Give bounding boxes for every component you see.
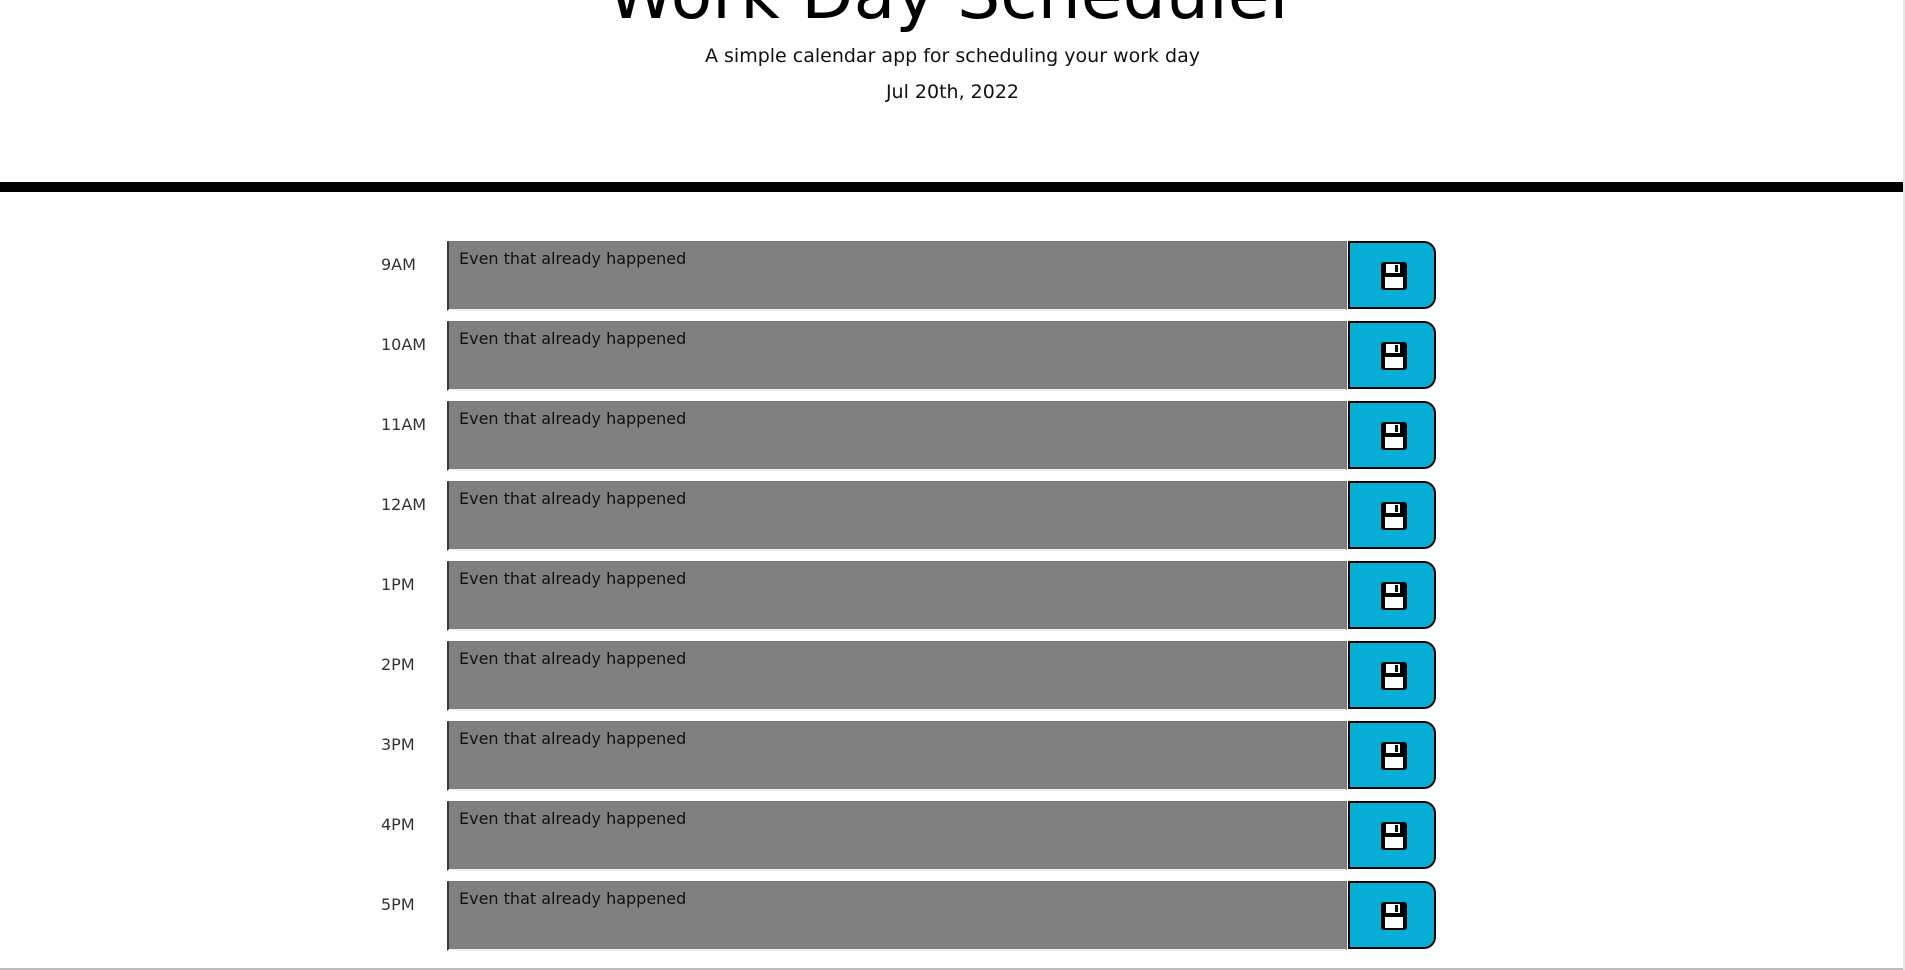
save-button[interactable] [1348, 561, 1436, 629]
hour-label: 2PM [381, 655, 415, 674]
save-button[interactable] [1348, 641, 1436, 709]
save-button[interactable] [1348, 721, 1436, 789]
save-button[interactable] [1348, 881, 1436, 949]
save-icon [1381, 902, 1407, 930]
time-block-row: 10AM Even that already happened [0, 321, 1905, 391]
hour-label: 12AM [381, 495, 427, 514]
time-block-row: 4PM Even that already happened [0, 801, 1905, 871]
event-description-input[interactable]: Even that already happened [447, 801, 1347, 871]
event-description-input[interactable]: Even that already happened [447, 641, 1347, 711]
event-description-input[interactable]: Even that already happened [447, 321, 1347, 391]
save-button[interactable] [1348, 401, 1436, 469]
event-description-input[interactable]: Even that already happened [447, 401, 1347, 471]
event-description-input[interactable]: Even that already happened [447, 481, 1347, 551]
hour-label: 1PM [381, 575, 415, 594]
time-block-row: 12AM Even that already happened [0, 481, 1905, 551]
event-description-input[interactable]: Even that already happened [447, 241, 1347, 311]
time-block-row: 3PM Even that already happened [0, 721, 1905, 791]
save-icon [1381, 422, 1407, 450]
scheduler: 9AM Even that already happened 10AM Even… [0, 0, 1905, 970]
save-icon [1381, 342, 1407, 370]
time-block-row: 2PM Even that already happened [0, 641, 1905, 711]
page: Work Day Scheduler A simple calendar app… [0, 0, 1905, 970]
time-block-row: 5PM Even that already happened [0, 881, 1905, 951]
save-button[interactable] [1348, 801, 1436, 869]
save-icon [1381, 262, 1407, 290]
hour-label: 10AM [381, 335, 427, 354]
time-block-row: 1PM Even that already happened [0, 561, 1905, 631]
save-button[interactable] [1348, 321, 1436, 389]
event-description-input[interactable]: Even that already happened [447, 561, 1347, 631]
hour-label: 5PM [381, 895, 415, 914]
save-button[interactable] [1348, 481, 1436, 549]
hour-label: 11AM [381, 415, 427, 434]
time-block-row: 9AM Even that already happened [0, 241, 1905, 311]
time-block-row: 11AM Even that already happened [0, 401, 1905, 471]
save-icon [1381, 582, 1407, 610]
save-icon [1381, 742, 1407, 770]
save-icon [1381, 502, 1407, 530]
hour-label: 3PM [381, 735, 415, 754]
event-description-input[interactable]: Even that already happened [447, 881, 1347, 951]
save-icon [1381, 662, 1407, 690]
save-icon [1381, 822, 1407, 850]
event-description-input[interactable]: Even that already happened [447, 721, 1347, 791]
hour-label: 9AM [381, 255, 416, 274]
save-button[interactable] [1348, 241, 1436, 309]
hour-label: 4PM [381, 815, 415, 834]
